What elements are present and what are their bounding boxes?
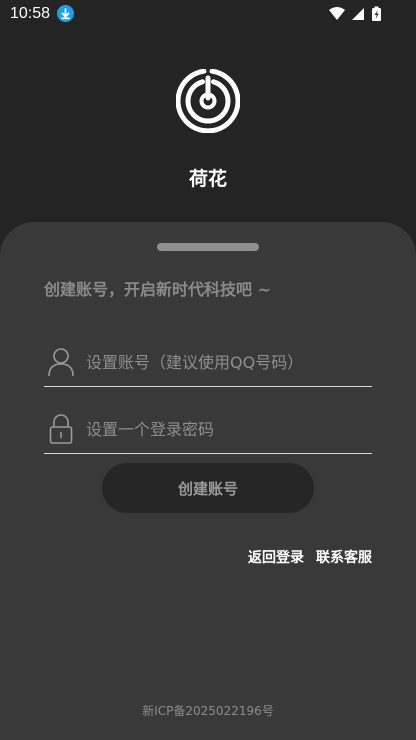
status-bar: 10:58 bbox=[0, 0, 416, 28]
footer-links: 返回登录 联系客服 bbox=[236, 547, 372, 567]
password-field bbox=[44, 405, 372, 454]
status-time: 10:58 bbox=[10, 5, 51, 22]
back-to-login-link[interactable]: 返回登录 bbox=[248, 550, 304, 566]
sheet-drag-handle[interactable] bbox=[157, 243, 259, 251]
download-icon bbox=[57, 5, 74, 22]
account-field bbox=[44, 338, 372, 387]
battery-charging-icon bbox=[372, 6, 381, 21]
app-name: 荷花 bbox=[188, 168, 227, 190]
password-input[interactable] bbox=[86, 413, 370, 445]
account-input[interactable] bbox=[86, 346, 370, 378]
status-icons bbox=[328, 5, 388, 23]
lock-icon bbox=[47, 413, 75, 445]
contact-service-link[interactable]: 联系客服 bbox=[316, 550, 372, 566]
user-icon bbox=[47, 346, 75, 378]
register-tagline: 创建账号，开启新时代科技吧 ~ bbox=[44, 280, 271, 299]
create-account-button[interactable]: 创建账号 bbox=[102, 463, 314, 513]
wifi-icon bbox=[329, 7, 345, 20]
app-logo-icon bbox=[175, 68, 241, 134]
icp-record: 新ICP备2025022196号 bbox=[142, 704, 274, 718]
cell-signal-icon bbox=[352, 8, 364, 20]
